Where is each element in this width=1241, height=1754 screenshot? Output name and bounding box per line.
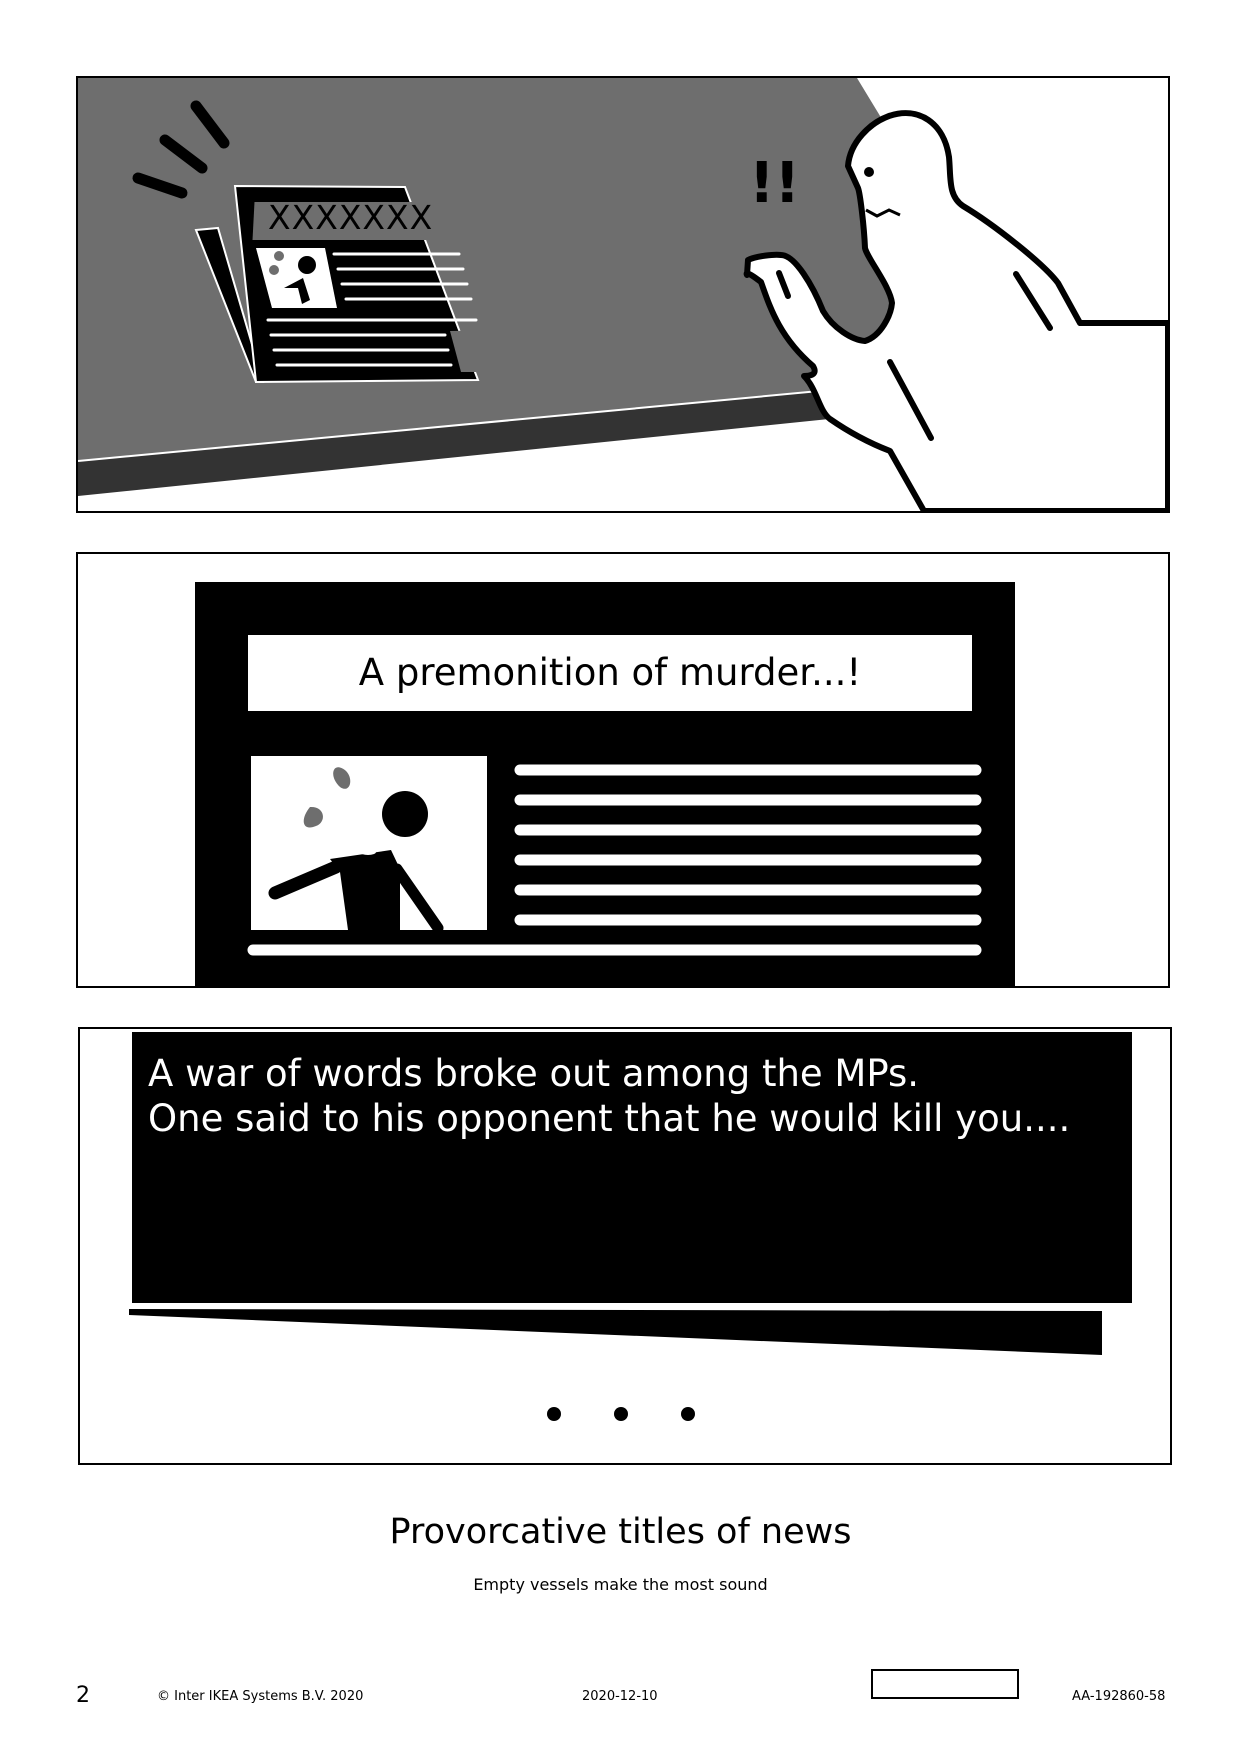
statement-line-2: One said to his opponent that he would k…	[148, 1097, 1071, 1140]
exclamation-marks: !!	[749, 151, 800, 216]
board-shadow	[129, 1309, 1102, 1355]
page-title: Provorcative titles of news	[389, 1512, 852, 1552]
page-number: 2	[76, 1683, 90, 1708]
document-date: 2020-12-10	[582, 1689, 658, 1704]
comic-panel-1: XXXXXXX !!	[76, 76, 1170, 513]
footer-empty-box	[871, 1669, 1019, 1699]
statement-text: A war of words broke out among the MPs. …	[148, 1051, 1148, 1141]
comic-panel-3: A war of words broke out among the MPs. …	[78, 1027, 1172, 1465]
tv-news-screen	[195, 582, 1015, 986]
newspaper-on-table-scene: XXXXXXX !!	[78, 78, 1168, 511]
page-subtitle: Empty vessels make the most sound	[473, 1575, 768, 1594]
comic-panel-2: A premonition of murder...!	[76, 552, 1170, 988]
injured-person-icon	[251, 756, 487, 934]
ellipsis-icon	[547, 1407, 695, 1421]
statement-line-1: A war of words broke out among the MPs.	[148, 1052, 920, 1095]
newspaper-headline: XXXXXXX	[268, 198, 433, 237]
document-code: AA-192860-58	[1072, 1689, 1166, 1704]
copyright: © Inter IKEA Systems B.V. 2020	[157, 1689, 364, 1704]
news-headline: A premonition of murder...!	[248, 635, 972, 711]
